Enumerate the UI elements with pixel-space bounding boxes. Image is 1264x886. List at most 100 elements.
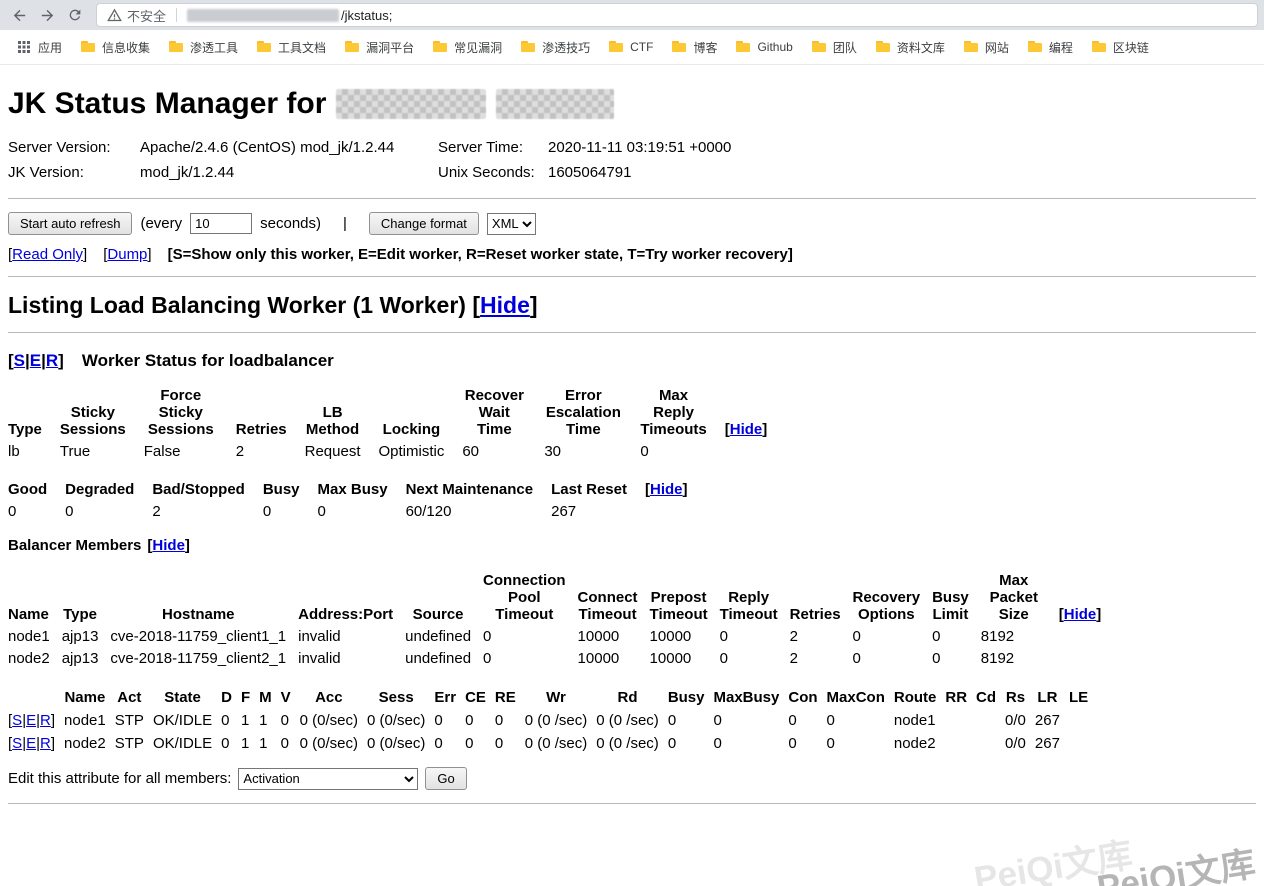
worker-runtime-table: GoodDegradedBad/StoppedBusyMax BusyNext … (8, 479, 706, 523)
table-cell: 0 (318, 501, 406, 523)
start-auto-refresh-button[interactable]: Start auto refresh (8, 212, 132, 235)
table-cell: 2 (790, 648, 853, 670)
table-cell (1059, 648, 1114, 670)
table-cell: 0 (932, 648, 981, 670)
table-cell: 0 (483, 648, 578, 670)
bookmark-item[interactable]: 资料文库 (867, 35, 953, 60)
table-header-row: NameTypeHostnameAddress:PortSourceConnec… (8, 570, 1113, 626)
bookmark-label: 信息收集 (102, 39, 150, 56)
forward-button[interactable] (34, 2, 60, 28)
table-cell: undefined (405, 626, 483, 648)
column-header: MaxCon (827, 686, 894, 709)
forward-icon (39, 7, 56, 24)
go-button[interactable]: Go (425, 767, 466, 790)
balancer-members-heading: Balancer Members [Hide] (8, 537, 1256, 554)
dump-link[interactable]: [Dump] (103, 246, 151, 263)
column-header: LB Method (305, 385, 379, 441)
bookmark-item[interactable]: CTF (600, 35, 661, 59)
column-header: M (259, 686, 281, 709)
e-link[interactable]: E (26, 735, 36, 752)
column-header: Name (64, 686, 115, 709)
read-only-link[interactable]: [Read Only] (8, 246, 87, 263)
table-cell: 0 (0 /sec) (596, 709, 668, 732)
security-label: 不安全 (127, 6, 166, 25)
bookmark-label: 常见漏洞 (454, 39, 502, 56)
bookmark-item[interactable]: 常见漏洞 (424, 35, 510, 60)
attribute-select[interactable]: Activation (238, 768, 418, 790)
table-cell: 0 (0/sec) (367, 709, 434, 732)
e-link[interactable]: E (26, 712, 36, 729)
s-link[interactable]: S (12, 735, 22, 752)
worker-status-heading: [S|E|R] Worker Status for loadbalancer (8, 351, 1256, 371)
address-bar[interactable]: 不安全 /jkstatus; (96, 3, 1258, 27)
bookmark-label: 区块链 (1113, 39, 1149, 56)
hide-link[interactable]: Hide (730, 421, 763, 438)
bookmark-folder-icon (432, 39, 448, 55)
page-title-text: JK Status Manager for (8, 87, 326, 121)
table-cell: STP (115, 732, 153, 755)
column-header: Locking (379, 385, 463, 441)
dump-link[interactable]: Dump (107, 246, 147, 263)
r-link[interactable]: R (40, 712, 51, 729)
table-cell: 0 (281, 732, 300, 755)
hide-link[interactable]: Hide (650, 481, 683, 498)
change-format-button[interactable]: Change format (369, 212, 479, 235)
bookmark-item[interactable]: 工具文档 (248, 35, 334, 60)
bookmark-folder-icon (608, 39, 624, 55)
s-link[interactable]: S (12, 712, 22, 729)
bookmark-item[interactable]: 区块链 (1083, 35, 1157, 60)
table-header-row: GoodDegradedBad/StoppedBusyMax BusyNext … (8, 479, 706, 501)
bookmark-label: 漏洞平台 (366, 39, 414, 56)
column-header: Wr (525, 686, 597, 709)
bookmark-item[interactable]: 渗透工具 (160, 35, 246, 60)
table-cell: 0 (495, 709, 525, 732)
s-link[interactable]: S (14, 351, 25, 370)
table-cell: False (144, 441, 236, 463)
hide-link[interactable]: Hide (152, 537, 185, 554)
divider (8, 803, 1256, 804)
bookmark-item[interactable]: Github (727, 35, 800, 59)
table-cell: cve-2018-11759_client1_1 (110, 626, 298, 648)
column-header: Busy Limit (932, 570, 981, 626)
bookmark-item[interactable]: 漏洞平台 (336, 35, 422, 60)
column-header: MaxBusy (714, 686, 789, 709)
r-link[interactable]: R (46, 351, 58, 370)
bookmark-item[interactable]: 渗透技巧 (512, 35, 598, 60)
e-link[interactable]: E (30, 351, 41, 370)
table-cell: 0 (720, 626, 790, 648)
table-cell: 0 (788, 709, 826, 732)
read-only-link[interactable]: Read Only (12, 246, 83, 263)
column-header: RE (495, 686, 525, 709)
bookmark-item[interactable]: 编程 (1019, 35, 1081, 60)
r-link[interactable]: R (40, 735, 51, 752)
mode-links-row: [Read Only] [Dump] [S=Show only this wor… (8, 246, 1256, 263)
bookmark-item[interactable]: 应用 (8, 35, 70, 60)
bookmark-item[interactable]: 信息收集 (72, 35, 158, 60)
worker-actions-legend: [S=Show only this worker, E=Edit worker,… (168, 246, 793, 263)
table-cell: node2 (64, 732, 115, 755)
hide-link[interactable]: Hide (480, 292, 530, 318)
refresh-icon (67, 7, 83, 23)
format-select[interactable]: XML (487, 213, 536, 235)
hide-link[interactable]: Hide (1064, 606, 1097, 623)
bookmark-label: 网站 (985, 39, 1009, 56)
bookmark-label: Github (757, 40, 792, 54)
column-header: Max Packet Size (981, 570, 1059, 626)
back-button[interactable] (6, 2, 32, 28)
bookmark-item[interactable]: 网站 (955, 35, 1017, 60)
refresh-interval-input[interactable] (190, 213, 252, 234)
seconds-label: seconds) (260, 215, 321, 232)
bookmark-label: 工具文档 (278, 39, 326, 56)
table-cell (1059, 626, 1114, 648)
worker-config-table: TypeSticky SessionsForce Sticky Sessions… (8, 385, 785, 463)
table-cell: 1 (259, 709, 281, 732)
refresh-button[interactable] (62, 2, 88, 28)
table-cell: 0 (853, 626, 933, 648)
table-row: [S|E|R]node1STPOK/IDLE01100 (0/sec)0 (0/… (8, 709, 1097, 732)
table-cell: 0 (827, 732, 894, 755)
column-header: Route (894, 686, 946, 709)
bookmark-item[interactable]: 团队 (803, 35, 865, 60)
bookmark-item[interactable]: 博客 (663, 35, 725, 60)
column-header: Name (8, 570, 62, 626)
table-cell: 0 (714, 709, 789, 732)
